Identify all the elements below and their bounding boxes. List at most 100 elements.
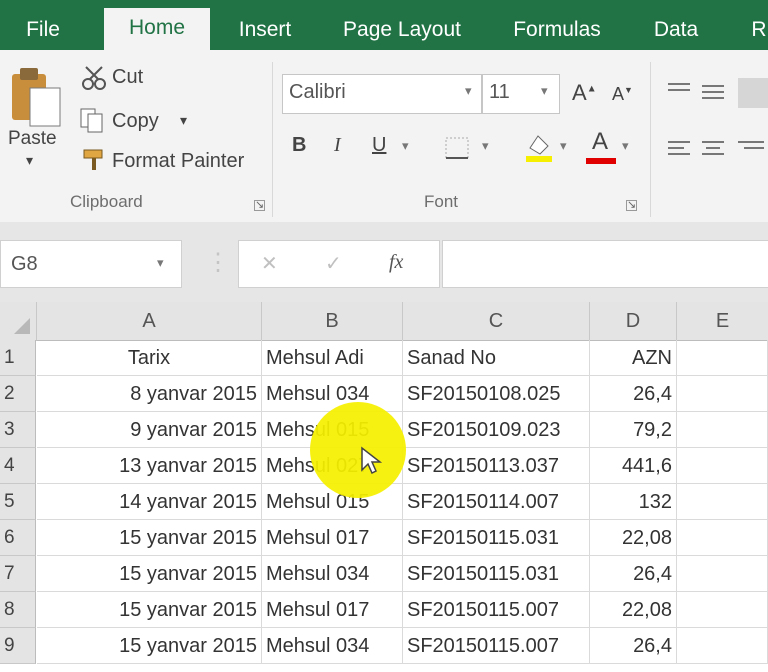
tab-home[interactable]: Home xyxy=(104,8,210,50)
row-header[interactable]: 6 xyxy=(0,520,36,556)
cell-A5[interactable]: 14 yanvar 2015 xyxy=(37,484,262,520)
cell-D2[interactable]: 26,4 xyxy=(590,376,677,412)
fill-color-dropdown-arrow[interactable]: ▾ xyxy=(560,138,567,154)
cell-D4[interactable]: 441,6 xyxy=(590,448,677,484)
cell-E2[interactable] xyxy=(677,376,768,412)
font-color-dropdown-arrow[interactable]: ▾ xyxy=(622,138,629,154)
cell-D7[interactable]: 26,4 xyxy=(590,556,677,592)
cell-D3[interactable]: 79,2 xyxy=(590,412,677,448)
cell-A4[interactable]: 13 yanvar 2015 xyxy=(37,448,262,484)
cell-D1[interactable]: AZN xyxy=(590,340,677,376)
cell-A1[interactable]: Tarix xyxy=(37,340,262,376)
cell-E7[interactable] xyxy=(677,556,768,592)
row-header[interactable]: 2 xyxy=(0,376,36,412)
ribbon-tabs-bar: File Home Insert Page Layout Formulas Da… xyxy=(0,0,768,50)
bold-button[interactable]: B xyxy=(292,134,306,157)
enter-icon[interactable]: ✓ xyxy=(325,251,342,276)
tab-page-layout[interactable]: Page Layout xyxy=(336,10,468,50)
column-header-a[interactable]: A xyxy=(37,302,262,341)
row-header[interactable]: 9 xyxy=(0,628,36,664)
column-header-e[interactable]: E xyxy=(677,302,768,341)
cell-B7[interactable]: Mehsul 034 xyxy=(262,556,403,592)
cell-E9[interactable] xyxy=(677,628,768,664)
cell-B1[interactable]: Mehsul Adi xyxy=(262,340,403,376)
cell-A7[interactable]: 15 yanvar 2015 xyxy=(37,556,262,592)
paste-label[interactable]: Paste xyxy=(8,128,57,150)
cell-B9[interactable]: Mehsul 034 xyxy=(262,628,403,664)
cell-E5[interactable] xyxy=(677,484,768,520)
font-name-combobox[interactable]: Calibri ▾ xyxy=(282,74,482,114)
font-color-button[interactable]: A xyxy=(584,128,618,164)
paste-button[interactable] xyxy=(8,62,64,132)
tab-insert[interactable]: Insert xyxy=(230,10,300,50)
formula-buttons: ✕ ✓ fx xyxy=(238,240,440,288)
grow-font-button[interactable]: A▲ xyxy=(572,80,597,106)
cell-C2[interactable]: SF20150108.025 xyxy=(403,376,590,412)
font-size-combobox[interactable]: 11 ▾ xyxy=(482,74,560,114)
cell-D9[interactable]: 26,4 xyxy=(590,628,677,664)
cell-B8[interactable]: Mehsul 017 xyxy=(262,592,403,628)
middle-align-icon xyxy=(702,85,724,99)
clipboard-dialog-launcher[interactable]: ↘ xyxy=(254,200,265,211)
cell-C6[interactable]: SF20150115.031 xyxy=(403,520,590,556)
cell-C8[interactable]: SF20150115.007 xyxy=(403,592,590,628)
fill-color-button[interactable] xyxy=(522,130,556,164)
paste-dropdown-arrow[interactable]: ▾ xyxy=(26,152,33,169)
cell-A2[interactable]: 8 yanvar 2015 xyxy=(37,376,262,412)
cell-B6[interactable]: Mehsul 017 xyxy=(262,520,403,556)
underline-button[interactable]: U xyxy=(372,134,386,157)
cell-E8[interactable] xyxy=(677,592,768,628)
shrink-font-button[interactable]: A▼ xyxy=(612,84,633,105)
cell-E6[interactable] xyxy=(677,520,768,556)
column-header-b[interactable]: B xyxy=(262,302,403,341)
tab-file[interactable]: File xyxy=(14,10,72,50)
row-header[interactable]: 7 xyxy=(0,556,36,592)
cell-C4[interactable]: SF20150113.037 xyxy=(403,448,590,484)
row-header[interactable]: 4 xyxy=(0,448,36,484)
copy-dropdown-arrow[interactable]: ▾ xyxy=(180,112,187,129)
cell-A6[interactable]: 15 yanvar 2015 xyxy=(37,520,262,556)
cell-A3[interactable]: 9 yanvar 2015 xyxy=(37,412,262,448)
cell-E1[interactable] xyxy=(677,340,768,376)
tab-data[interactable]: Data xyxy=(646,10,706,50)
cell-D5[interactable]: 132 xyxy=(590,484,677,520)
cell-C9[interactable]: SF20150115.007 xyxy=(403,628,590,664)
name-box[interactable]: G8 ▾ xyxy=(0,240,182,288)
formula-input[interactable] xyxy=(442,240,768,288)
column-header-d[interactable]: D xyxy=(590,302,677,341)
tab-review-partial[interactable]: R xyxy=(744,10,768,50)
cell-C5[interactable]: SF20150114.007 xyxy=(403,484,590,520)
cell-B2[interactable]: Mehsul 034 xyxy=(262,376,403,412)
row-header[interactable]: 3 xyxy=(0,412,36,448)
cell-D8[interactable]: 22,08 xyxy=(590,592,677,628)
insert-function-icon[interactable]: fx xyxy=(389,251,403,274)
cell-C1[interactable]: Sanad No xyxy=(403,340,590,376)
row-header[interactable]: 1 xyxy=(0,340,36,376)
format-painter-button[interactable]: Format Painter xyxy=(112,150,244,173)
cell-E4[interactable] xyxy=(677,448,768,484)
borders-button[interactable] xyxy=(442,134,472,162)
select-all-corner[interactable] xyxy=(0,302,37,341)
tab-formulas[interactable]: Formulas xyxy=(504,10,610,50)
cell-E3[interactable] xyxy=(677,412,768,448)
font-dialog-launcher[interactable]: ↘ xyxy=(626,200,637,211)
cell-D6[interactable]: 22,08 xyxy=(590,520,677,556)
row-header[interactable]: 5 xyxy=(0,484,36,520)
borders-dropdown-arrow[interactable]: ▾ xyxy=(482,138,489,154)
chevron-down-icon[interactable]: ▾ xyxy=(157,255,164,271)
italic-button[interactable]: I xyxy=(334,134,341,157)
cell-A8[interactable]: 15 yanvar 2015 xyxy=(37,592,262,628)
chevron-down-icon[interactable]: ▾ xyxy=(541,83,548,99)
cell-A9[interactable]: 15 yanvar 2015 xyxy=(37,628,262,664)
fill-color-icon xyxy=(526,135,552,162)
align-left-icon xyxy=(668,141,690,155)
underline-dropdown-arrow[interactable]: ▾ xyxy=(402,138,409,154)
copy-button[interactable]: Copy xyxy=(112,110,159,133)
row-header[interactable]: 8 xyxy=(0,592,36,628)
cell-C7[interactable]: SF20150115.031 xyxy=(403,556,590,592)
cell-C3[interactable]: SF20150109.023 xyxy=(403,412,590,448)
column-header-c[interactable]: C xyxy=(403,302,590,341)
cancel-icon[interactable]: ✕ xyxy=(261,251,278,276)
cut-button[interactable]: Cut xyxy=(112,66,143,89)
chevron-down-icon[interactable]: ▾ xyxy=(465,83,472,99)
